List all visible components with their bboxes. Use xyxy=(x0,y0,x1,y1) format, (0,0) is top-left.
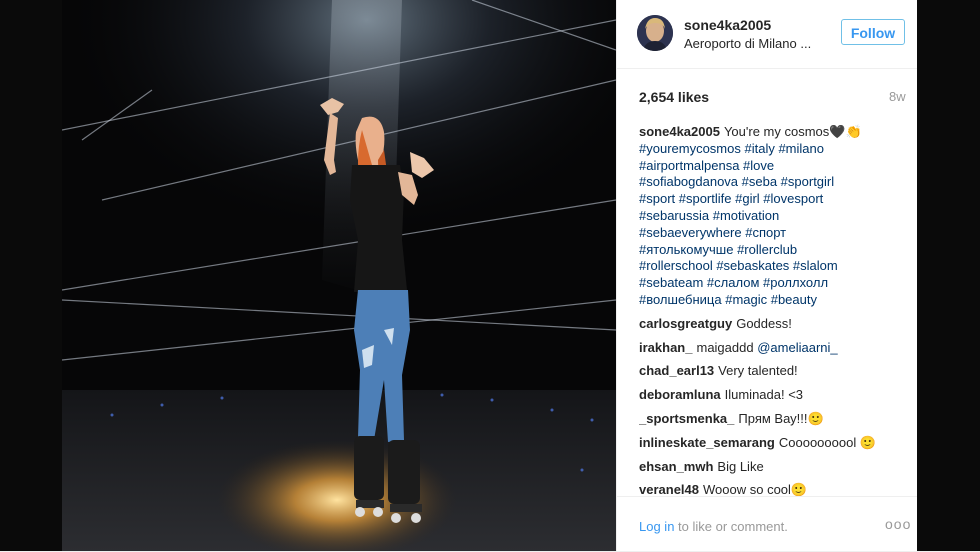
comment-username[interactable]: veranel48 xyxy=(639,482,699,496)
comment-username[interactable]: chad_earl13 xyxy=(639,363,714,378)
avatar-image xyxy=(637,15,673,51)
post-header: sone4ka2005 Aeroporto di Milano ... Foll… xyxy=(617,0,917,69)
hashtag-line[interactable]: #airportmalpensa #love xyxy=(639,158,905,175)
comment-username[interactable]: deboramluna xyxy=(639,387,721,402)
comment-username[interactable]: carlosgreatguy xyxy=(639,316,732,331)
hashtag-line[interactable]: #youremycosmos #italy #milano xyxy=(639,141,905,158)
comment: chad_earl13 Very talented! xyxy=(639,363,905,380)
post-username[interactable]: sone4ka2005 xyxy=(684,17,771,33)
avatar[interactable] xyxy=(637,15,673,51)
hashtag-line[interactable]: #sebateam #слалом #роллхолл xyxy=(639,275,905,292)
comment-text: Wooow so cool🙂 xyxy=(703,482,808,496)
post-age[interactable]: 8w xyxy=(889,89,906,104)
comment-username[interactable]: irakhan_ xyxy=(639,340,692,355)
comment: carlosgreatguy Goddess! xyxy=(639,316,905,333)
comment-text: Goddess! xyxy=(736,315,792,331)
post-photo[interactable] xyxy=(62,0,616,551)
comment-text: maigaddd xyxy=(696,339,754,355)
caption: sone4ka2005 You're my cosmos🖤👏 #youremyco… xyxy=(639,124,905,309)
follow-button[interactable]: Follow xyxy=(841,19,905,45)
post-location[interactable]: Aeroporto di Milano ... xyxy=(684,36,811,51)
comment-text: Very talented! xyxy=(718,363,798,379)
hashtag-line[interactable]: #sport #sportlife #girl #lovesport xyxy=(639,191,905,208)
comment-text: Big Like xyxy=(717,458,764,474)
hashtag-line[interactable]: #sebarussia #motivation xyxy=(639,208,905,225)
skater-photo-image xyxy=(62,0,616,551)
hashtag-line[interactable]: #rollerschool #sebaskates #slalom xyxy=(639,258,905,275)
caption-text: You're my cosmos🖤👏 xyxy=(723,124,862,139)
login-link[interactable]: Log in xyxy=(639,519,674,534)
comment: ehsan_mwh Big Like xyxy=(639,459,905,476)
caption-username[interactable]: sone4ka2005 xyxy=(639,124,720,139)
comment-mention[interactable]: @ameliaarni_ xyxy=(757,340,837,355)
comment-text: Iluminada! <3 xyxy=(724,387,804,403)
hashtag-line[interactable]: #sofiabogdanova #seba #sportgirl xyxy=(639,174,905,191)
comment-username[interactable]: ehsan_mwh xyxy=(639,459,713,474)
comment: veranel48 Wooow so cool🙂 xyxy=(639,482,905,496)
comment-text: Coooooooool 🙂 xyxy=(778,434,877,450)
comment: _sportsmenka_ Прям Вау!!!🙂 xyxy=(639,411,905,428)
comment-text: Прям Вау!!!🙂 xyxy=(738,410,824,426)
login-prompt: Log in to like or comment. xyxy=(639,519,788,534)
login-prompt-text: to like or comment. xyxy=(674,519,788,534)
more-options-icon[interactable]: ooo xyxy=(885,516,911,532)
hashtag-line[interactable]: #ятолькомучше #rollerclub xyxy=(639,242,905,259)
likes-count[interactable]: 2,654 likes xyxy=(639,89,709,105)
hashtag-line[interactable]: #волшебница #magic #beauty xyxy=(639,292,905,309)
comment: deboramluna Iluminada! <3 xyxy=(639,387,905,404)
hashtag-line[interactable]: #sebaeverywhere #спорт xyxy=(639,225,905,242)
comments-list[interactable]: sone4ka2005 You're my cosmos🖤👏 #youremyco… xyxy=(639,124,905,496)
lightbox-backdrop: sone4ka2005 Aeroporto di Milano ... Foll… xyxy=(0,0,980,551)
post-details-panel: sone4ka2005 Aeroporto di Milano ... Foll… xyxy=(616,0,917,551)
comment-username[interactable]: inlineskate_semarang xyxy=(639,435,775,450)
comment: irakhan_ maigaddd @ameliaarni_ xyxy=(639,340,905,357)
comment: inlineskate_semarang Coooooooool 🙂 xyxy=(639,435,905,452)
post-footer: Log in to like or comment. ooo xyxy=(617,496,917,552)
comment-username[interactable]: _sportsmenka_ xyxy=(639,411,734,426)
